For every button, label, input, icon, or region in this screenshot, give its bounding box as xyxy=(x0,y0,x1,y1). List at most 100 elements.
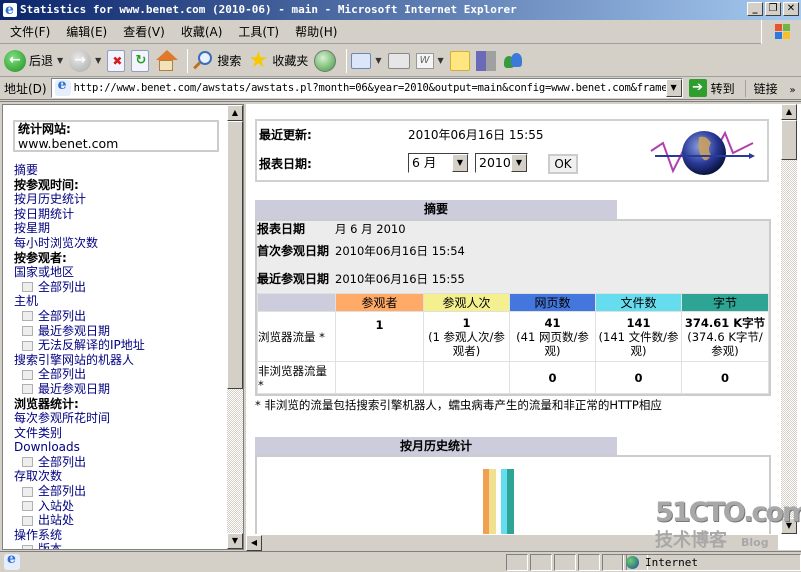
links-button[interactable]: 链接 » xyxy=(744,79,796,97)
nav-link[interactable]: 按日期统计 xyxy=(14,207,224,222)
nav-link[interactable]: 版本 xyxy=(14,542,224,549)
chevron-down-icon: ▼ xyxy=(511,154,527,172)
content-area: 统计网站: www.benet.com 摘要 按参观时间: 按月历史统计 按日期统计按… xyxy=(0,101,801,551)
forward-button[interactable]: → ▼ xyxy=(69,47,101,75)
search-button[interactable]: 搜索 xyxy=(192,47,241,75)
horizontal-scrollbar[interactable]: ◀ xyxy=(246,534,778,551)
menu-view[interactable]: 查看(V) xyxy=(117,23,171,40)
refresh-button[interactable]: ↻ xyxy=(131,47,150,75)
site-value: www.benet.com xyxy=(18,136,119,151)
nav-link[interactable]: 入站处 xyxy=(14,499,224,514)
favorites-button[interactable]: ★ 收藏夹 xyxy=(247,47,308,75)
windows-logo-icon xyxy=(761,20,801,44)
nav-link[interactable]: 主机 xyxy=(14,294,224,309)
nav-link[interactable]: 搜索引擎网站的机器人 xyxy=(14,353,224,368)
history-button[interactable] xyxy=(314,47,337,75)
forward-dropdown-icon[interactable]: ▼ xyxy=(95,56,101,65)
left-vertical-scrollbar[interactable]: ▲ ▼ xyxy=(227,105,243,549)
nav-link[interactable]: 全部列出 xyxy=(14,455,224,470)
nav-link[interactable]: 存取次数 xyxy=(14,469,224,484)
nav-link[interactable]: 文件类别 xyxy=(14,426,224,441)
messenger-icon xyxy=(502,50,524,72)
status-cell xyxy=(554,554,576,571)
nav-link[interactable]: 全部列出 xyxy=(14,367,224,382)
close-button[interactable]: ✕ xyxy=(783,2,799,16)
summary-key: 最近参观日期 xyxy=(257,271,330,286)
nav-link[interactable]: Downloads xyxy=(14,440,224,455)
toolbar-separator xyxy=(346,48,348,73)
research-icon xyxy=(475,50,496,71)
back-dropdown-icon[interactable]: ▼ xyxy=(57,56,63,65)
nav-link[interactable]: 最近参观日期 xyxy=(14,324,224,339)
summary-row: 首次参观日期 2010年06月16日 15:54 xyxy=(257,237,769,265)
minimize-button[interactable]: _ xyxy=(747,2,763,16)
print-icon xyxy=(387,52,410,69)
nav-link[interactable]: 最近参观日期 xyxy=(14,382,224,397)
mail-dropdown-icon[interactable]: ▼ xyxy=(375,56,381,65)
restore-button[interactable]: ❐ xyxy=(765,2,781,16)
ie-status-icon: e xyxy=(4,551,20,570)
research-button[interactable] xyxy=(475,47,496,75)
address-url[interactable]: http://www.benet.com/awstats/awstats.pl?… xyxy=(74,82,666,94)
status-cell xyxy=(602,554,624,571)
nav-link[interactable]: 操作系统 xyxy=(14,528,224,543)
menu-edit[interactable]: 编辑(E) xyxy=(60,23,113,40)
scroll-thumb[interactable] xyxy=(227,121,243,389)
mail-icon xyxy=(351,52,372,69)
menu-favorites[interactable]: 收藏(A) xyxy=(175,23,229,40)
go-button[interactable]: ➔ 转到 xyxy=(688,79,735,97)
nav-link[interactable]: 按星期 xyxy=(14,221,224,236)
nav-link[interactable]: 每次参观所花时间 xyxy=(14,411,224,426)
mail-button[interactable]: ▼ xyxy=(351,47,382,75)
window-title: Statistics for www.benet.com (2010-06) -… xyxy=(20,3,517,16)
nav-link[interactable]: 摘要 xyxy=(14,163,224,178)
edit-dropdown-icon[interactable]: ▼ xyxy=(438,56,444,65)
nb-visitors-value xyxy=(335,361,424,394)
edit-button[interactable]: W ▼ xyxy=(415,47,444,75)
year-select[interactable]: 2010 ▼ xyxy=(475,153,528,173)
scroll-down-button[interactable]: ▼ xyxy=(227,533,243,549)
nav-link[interactable]: 无法反解译的IP地址 xyxy=(14,338,224,353)
address-dropdown-icon[interactable]: ▼ xyxy=(665,79,682,97)
print-button[interactable] xyxy=(387,47,410,75)
history-icon xyxy=(314,49,337,72)
scroll-left-button[interactable]: ◀ xyxy=(246,535,262,551)
nb-visits-value xyxy=(423,361,510,394)
month-select[interactable]: 6 月 ▼ xyxy=(408,153,469,173)
summary-value: 2010年06月16日 15:54 xyxy=(335,244,465,258)
toolbar: ← 后退 ▼ → ▼ ✖ ↻ 搜索 ★ 收藏夹 ▼ W ▼ xyxy=(0,45,801,77)
pages-value: 41 xyxy=(544,315,561,330)
col-header-bytes: 字节 xyxy=(681,293,769,312)
ok-button[interactable]: OK xyxy=(548,154,578,174)
nav-link[interactable]: 每小时浏览次数 xyxy=(14,236,224,251)
scroll-up-button[interactable]: ▲ xyxy=(227,105,243,121)
address-input[interactable]: http://www.benet.com/awstats/awstats.pl?… xyxy=(50,77,683,98)
scroll-up-button[interactable]: ▲ xyxy=(781,104,797,120)
summary-row: 最近参观日期 2010年06月16日 15:55 xyxy=(257,265,769,293)
messenger-button[interactable] xyxy=(502,47,524,75)
nav-link[interactable]: 全部列出 xyxy=(14,309,224,324)
scroll-down-button[interactable]: ▼ xyxy=(781,518,797,534)
menu-tools[interactable]: 工具(T) xyxy=(232,23,285,40)
visits-value: 1 xyxy=(462,315,471,330)
month-select-value: 6 月 xyxy=(412,155,437,170)
menu-file[interactable]: 文件(F) xyxy=(4,23,56,40)
bytes-sub: (374.6 K字节/参观) xyxy=(687,329,763,358)
menu-help[interactable]: 帮助(H) xyxy=(289,23,343,40)
window-titlebar: Statistics for www.benet.com (2010-06) -… xyxy=(0,0,801,20)
nav-link[interactable]: 国家或地区 xyxy=(14,265,224,280)
main-vertical-scrollbar[interactable]: ▲ ▼ xyxy=(781,104,797,534)
nav-link[interactable]: 全部列出 xyxy=(14,280,224,295)
browser-traffic-label: 浏览器流量 * xyxy=(257,311,336,362)
discuss-button[interactable] xyxy=(449,47,470,75)
nav-link[interactable]: 出站处 xyxy=(14,513,224,528)
favorites-label: 收藏夹 xyxy=(272,54,309,68)
stop-button[interactable]: ✖ xyxy=(107,47,126,75)
col-header-pages: 网页数 xyxy=(509,293,596,312)
back-button[interactable]: ← 后退 ▼ xyxy=(4,47,63,75)
home-button[interactable] xyxy=(155,47,179,75)
scroll-thumb[interactable] xyxy=(781,120,797,160)
nav-link[interactable]: 按月历史统计 xyxy=(14,192,224,207)
nav-link[interactable]: 全部列出 xyxy=(14,484,224,499)
search-label: 搜索 xyxy=(217,54,242,68)
